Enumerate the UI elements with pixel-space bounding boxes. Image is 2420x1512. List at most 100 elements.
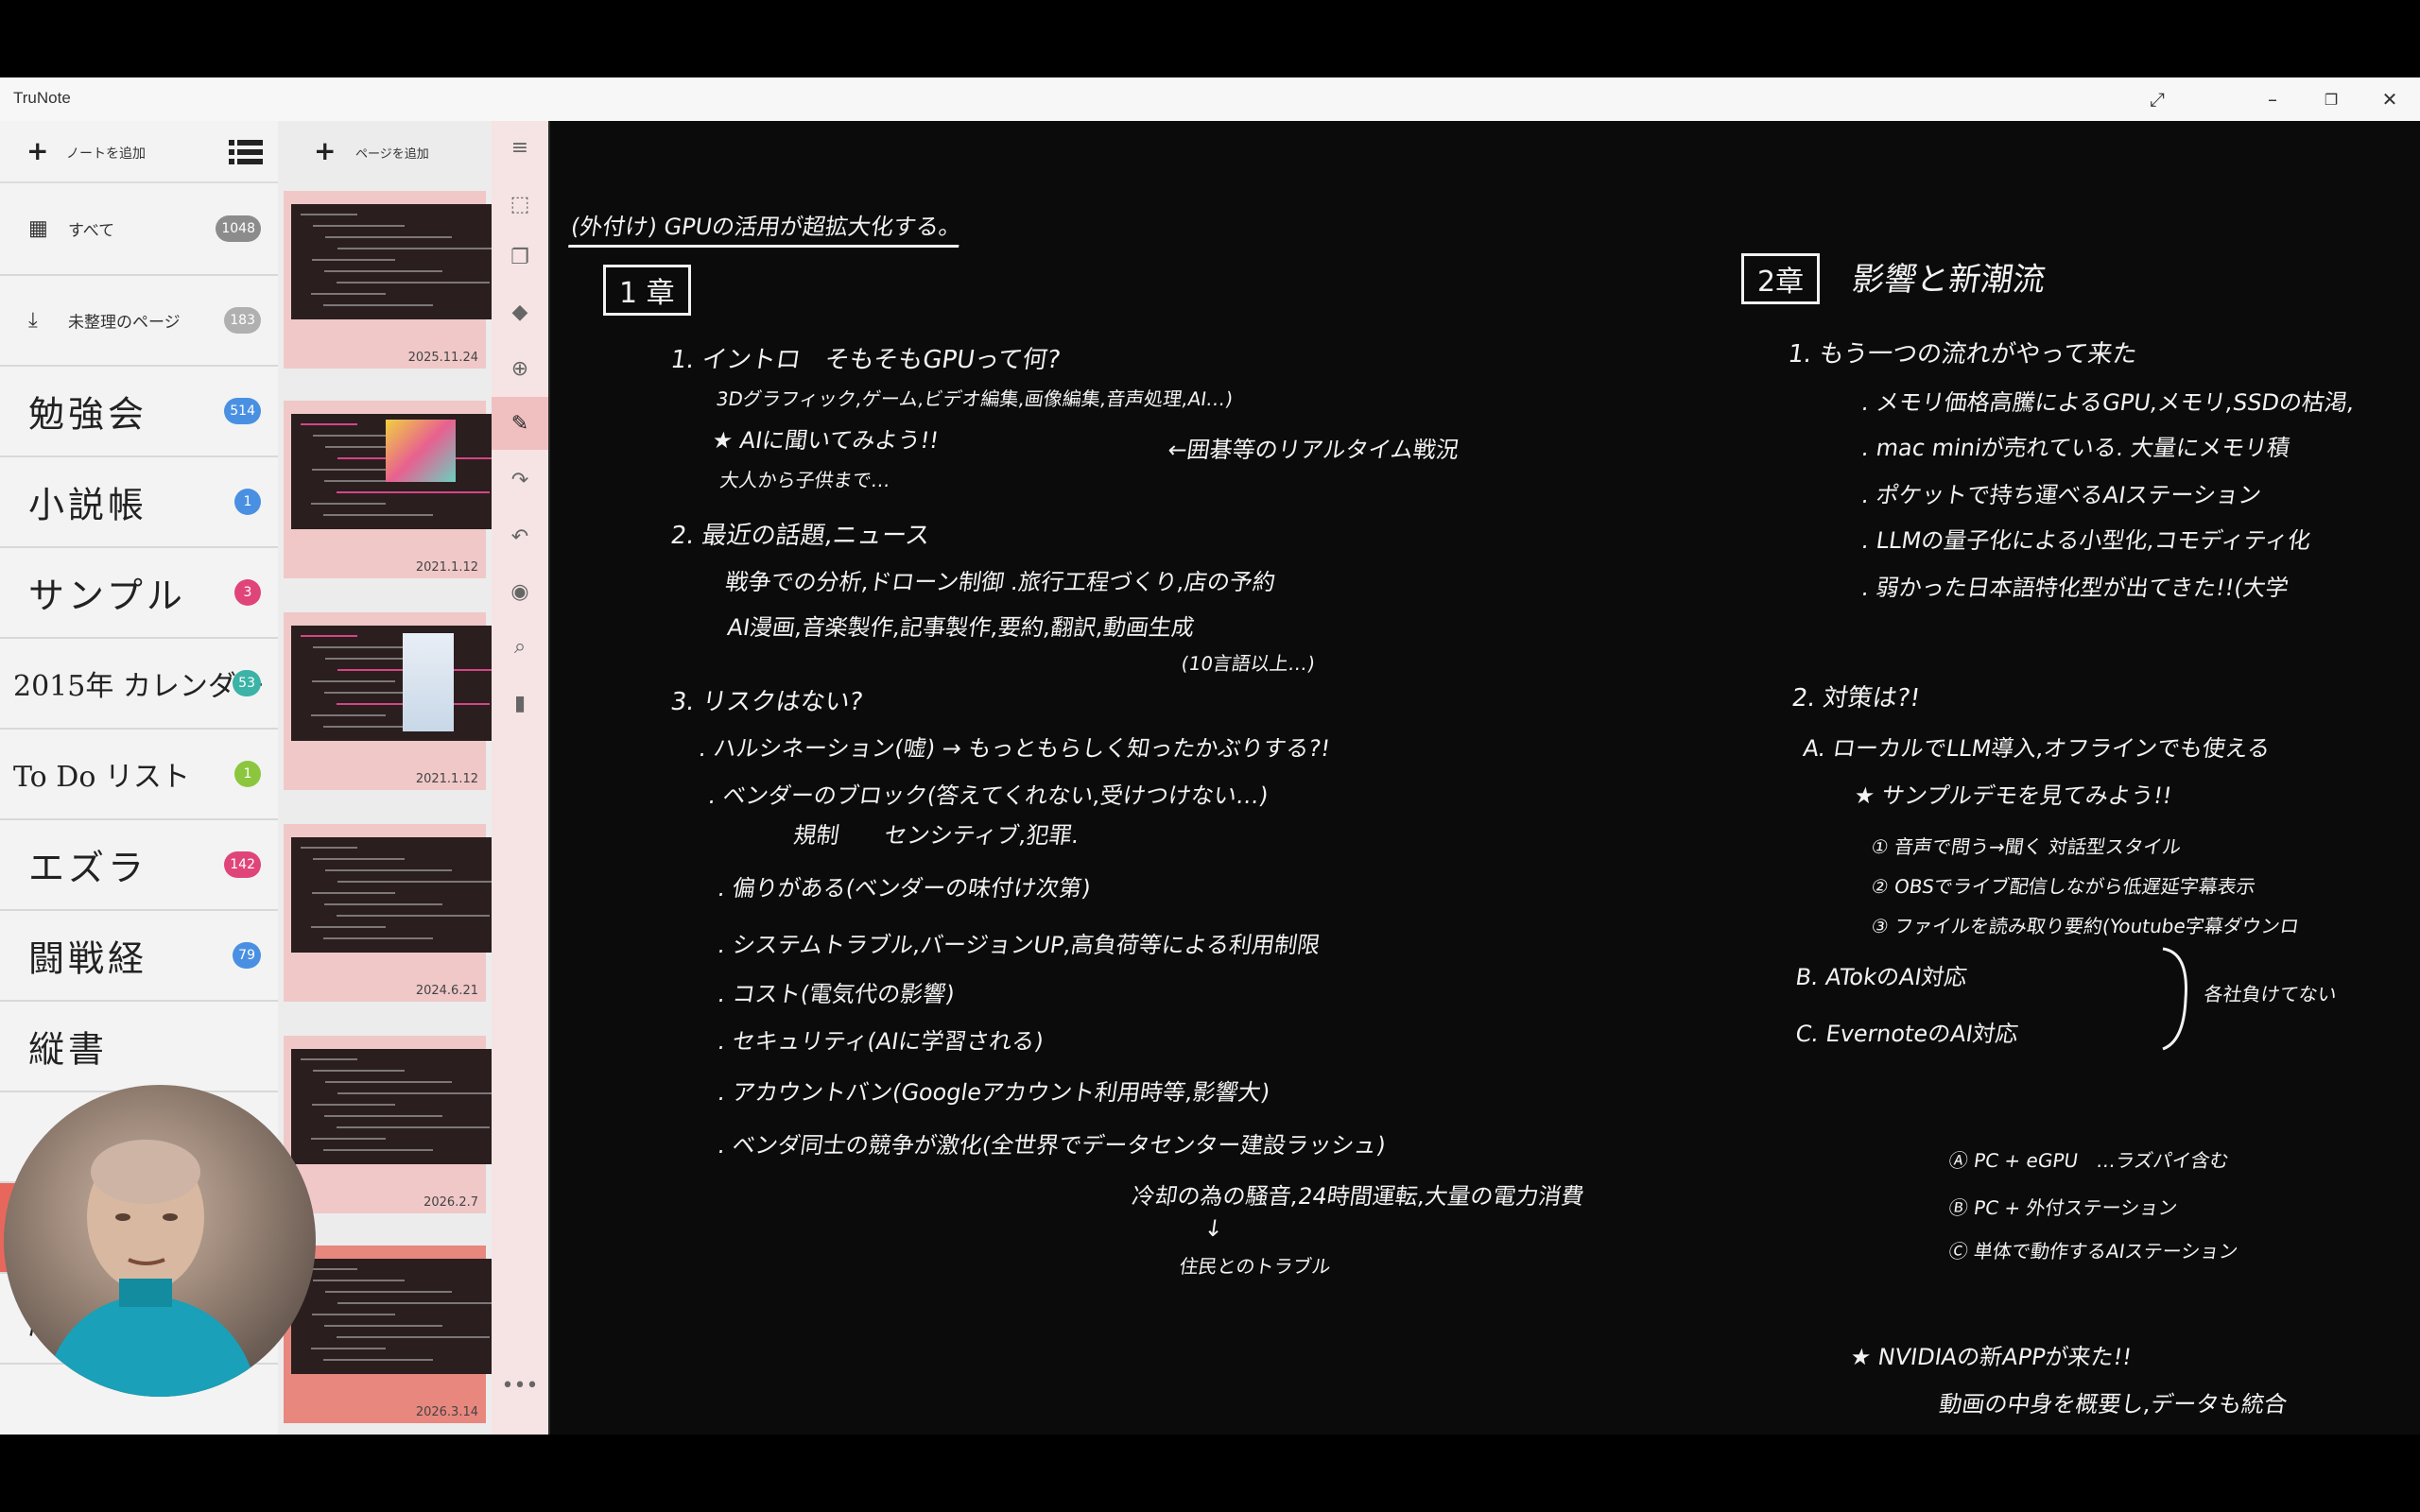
page-thumbnail[interactable]: 2025.11.24 [284,191,492,369]
preview-stroke [337,881,492,883]
add-notebook-plus-icon[interactable]: + [26,138,48,164]
note-line: . ハルシネーション(嘘) → もっともらしく知ったかぶりする?! [697,735,1332,762]
note-line: . メモリ価格高騰によるGPU,メモリ,SSDの枯渇, [1859,389,2357,416]
page-preview [291,414,492,529]
page-date: 2021.1.12 [415,772,478,786]
preview-stroke [313,646,405,648]
notebook-item[interactable]: エズラ 142 [0,820,278,911]
search-icon[interactable]: ⌕ [492,620,548,673]
preview-stroke [323,304,433,306]
page-thumbnail[interactable]: 2021.1.12 [284,401,492,578]
restore-button[interactable]: ❐ [2303,77,2360,121]
preview-stroke [324,1115,442,1117]
expand-icon[interactable]: ⤢ [2129,77,2186,121]
notebook-label: サンプル [28,575,186,617]
note-line: 2. 対策は?! [1789,684,1923,713]
note-line: 冷却の為の騒音,24時間運転,大量の電力消費 [1130,1183,1586,1210]
note-line: Ⓑ PC + 外付ステーション [1947,1196,2179,1219]
note-line: 3Dグラフィック,ゲーム,ビデオ編集,画像編集,音声処理,AI…) [715,387,1235,410]
notebook-toolbar: + ノートを追加 [0,121,278,183]
page-date: 2024.6.21 [415,984,478,998]
note-line: . 偏りがある(ベンダーの味付け次第) [716,875,1093,902]
redo-icon[interactable]: ↷ [492,454,548,507]
preview-stroke [323,937,433,939]
page-thumbnail[interactable]: 2026.2.7 [284,1036,492,1213]
preview-stroke [337,248,492,249]
page-date: 2026.3.14 [415,1405,478,1419]
page-date: 2025.11.24 [407,351,478,365]
note-line: . mac miniが売れている. 大量にメモリ積 [1859,435,2292,461]
select-icon[interactable]: ⬚ [492,178,548,231]
page-preview [291,626,492,741]
preview-image [386,420,456,482]
preview-stroke [337,1336,490,1338]
menu-icon[interactable]: ≡ [492,121,548,174]
note-header: (外付け) GPUの活用が超拡大化する。 [568,208,964,248]
more-icon[interactable]: ••• [492,1359,548,1412]
page-thumbnail[interactable]: 2021.1.12 [284,612,492,790]
note-line: ② OBSでライブ配信しながら低遅延字幕表示 [1870,875,2257,898]
note-line: 1. もう一つの流れがやって来た [1786,340,2139,369]
notebook-count-badge: 79 [233,942,261,969]
preview-stroke [313,1280,405,1281]
add-page-plus-icon[interactable]: + [314,138,336,164]
notebook-item[interactable]: 闘戦経 79 [0,911,278,1002]
preview-stroke [311,714,386,716]
note-line: A. ローカルでLLM導入,オフラインでも使える [1801,735,2273,762]
zoom-icon[interactable]: ⊕ [492,342,548,395]
page-preview [291,1259,492,1374]
add-page-button[interactable]: ページを追加 [355,144,429,162]
eraser-icon[interactable]: ◆ [492,285,548,338]
grid-icon: ▦ [28,216,48,241]
preview-stroke [311,293,386,295]
notebook-item[interactable]: 縦書 [0,1002,278,1092]
page-preview [291,1049,492,1164]
preview-stroke [311,503,386,505]
preview-stroke [337,491,490,493]
note-line: . ベンダーのブロック(答えてくれない,受けつけない…) [706,782,1270,809]
page-thumbnail[interactable]: 2024.6.21 [284,824,492,1002]
preview-stroke [312,469,395,471]
preview-stroke [337,1126,490,1128]
camera-icon[interactable]: ◉ [492,565,548,618]
notebook-item[interactable]: サンプル 3 [0,548,278,639]
book-icon[interactable]: ▮ [492,677,548,730]
notebook-item[interactable]: ⤓ 未整理のページ 183 [0,276,278,367]
note-line: 住民とのトラブル [1178,1255,1333,1278]
note-line: 1. イントロ そもそもGPUって何? [668,346,1063,374]
note-line: . セキュリティ(AIに学習される) [716,1028,1046,1055]
preview-stroke [312,892,395,894]
preview-stroke [312,259,395,261]
note-line: AI漫画,音楽製作,記事製作,要約,翻訳,動画生成 [725,614,1197,641]
close-button[interactable]: ✕ [2361,77,2418,121]
list-view-icon[interactable] [229,140,263,164]
notebook-label: エズラ [28,847,148,889]
preview-stroke [324,903,442,905]
copy-icon[interactable]: ❐ [492,231,548,284]
notebook-item[interactable]: 勉強会 514 [0,367,278,457]
undo-icon[interactable]: ↶ [492,510,548,563]
notebook-item[interactable]: To Do リスト 1 [0,730,278,820]
notebook-label: 闘戦経 [28,937,148,980]
note-line: 戦争での分析,ドローン制御 .旅行工程づくり,店の予約 [723,569,1277,595]
minimize-button[interactable]: – [2244,77,2301,121]
preview-stroke [337,1092,492,1094]
note-line: Ⓒ 単体で動作するAIステーション [1947,1240,2240,1263]
pen-icon[interactable]: ✎ [492,397,548,450]
bracket-mark [2162,947,2187,1051]
note-line: (10言語以上…) [1180,652,1317,675]
app-title: TruNote [13,89,71,107]
notebook-item[interactable]: 2015年 カレンダー 53 [0,639,278,730]
preview-stroke [311,1348,386,1349]
note-line: ★ AIに聞いてみよう!! [710,427,941,454]
preview-image [403,633,454,731]
add-notebook-button[interactable]: ノートを追加 [66,144,146,163]
notebook-item[interactable]: 小説帳 1 [0,457,278,548]
preview-stroke [301,1058,357,1060]
preview-stroke [325,236,452,238]
note-canvas[interactable]: (外付け) GPUの活用が超拡大化する。 1 章 1. イントロ そもそもGPU… [548,121,2420,1435]
note-line: B. ATokのAI対応 [1793,964,1969,990]
preview-stroke [312,1314,395,1315]
page-thumbnail[interactable]: 2026.3.14 [284,1246,492,1423]
notebook-item[interactable]: ▦ すべて 1048 [0,183,278,276]
